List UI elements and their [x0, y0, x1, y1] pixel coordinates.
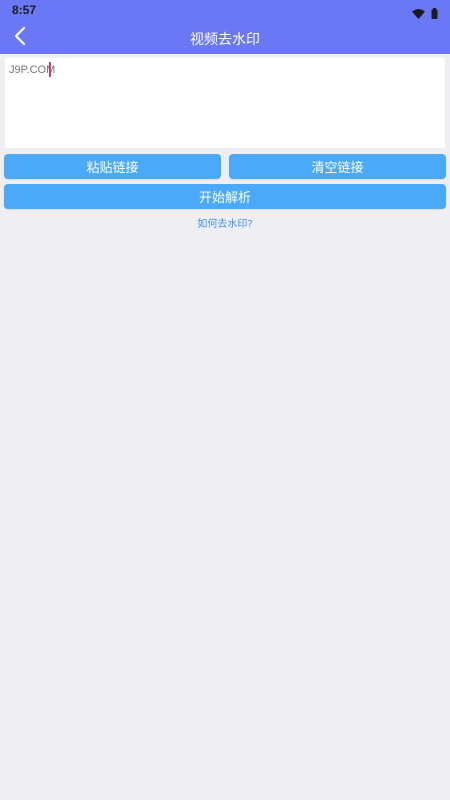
text-cursor [49, 62, 51, 77]
wifi-icon [412, 4, 425, 23]
status-icons [412, 4, 438, 23]
status-bar: 8:57 [0, 0, 450, 20]
app-bar: 视频去水印 [0, 22, 450, 54]
top-bar: 8:57 视频去水印 [0, 0, 450, 54]
status-time: 8:57 [12, 3, 37, 17]
start-parse-button[interactable]: 开始解析 [4, 184, 446, 209]
paste-link-button[interactable]: 粘贴链接 [4, 154, 221, 179]
page-title: 视频去水印 [190, 32, 260, 48]
how-to-remove-watermark-link[interactable]: 如何去水印? [0, 215, 450, 230]
link-input-card [5, 58, 445, 148]
link-input[interactable] [5, 58, 445, 148]
clear-link-button[interactable]: 清空链接 [229, 154, 446, 179]
battery-icon [431, 4, 438, 23]
